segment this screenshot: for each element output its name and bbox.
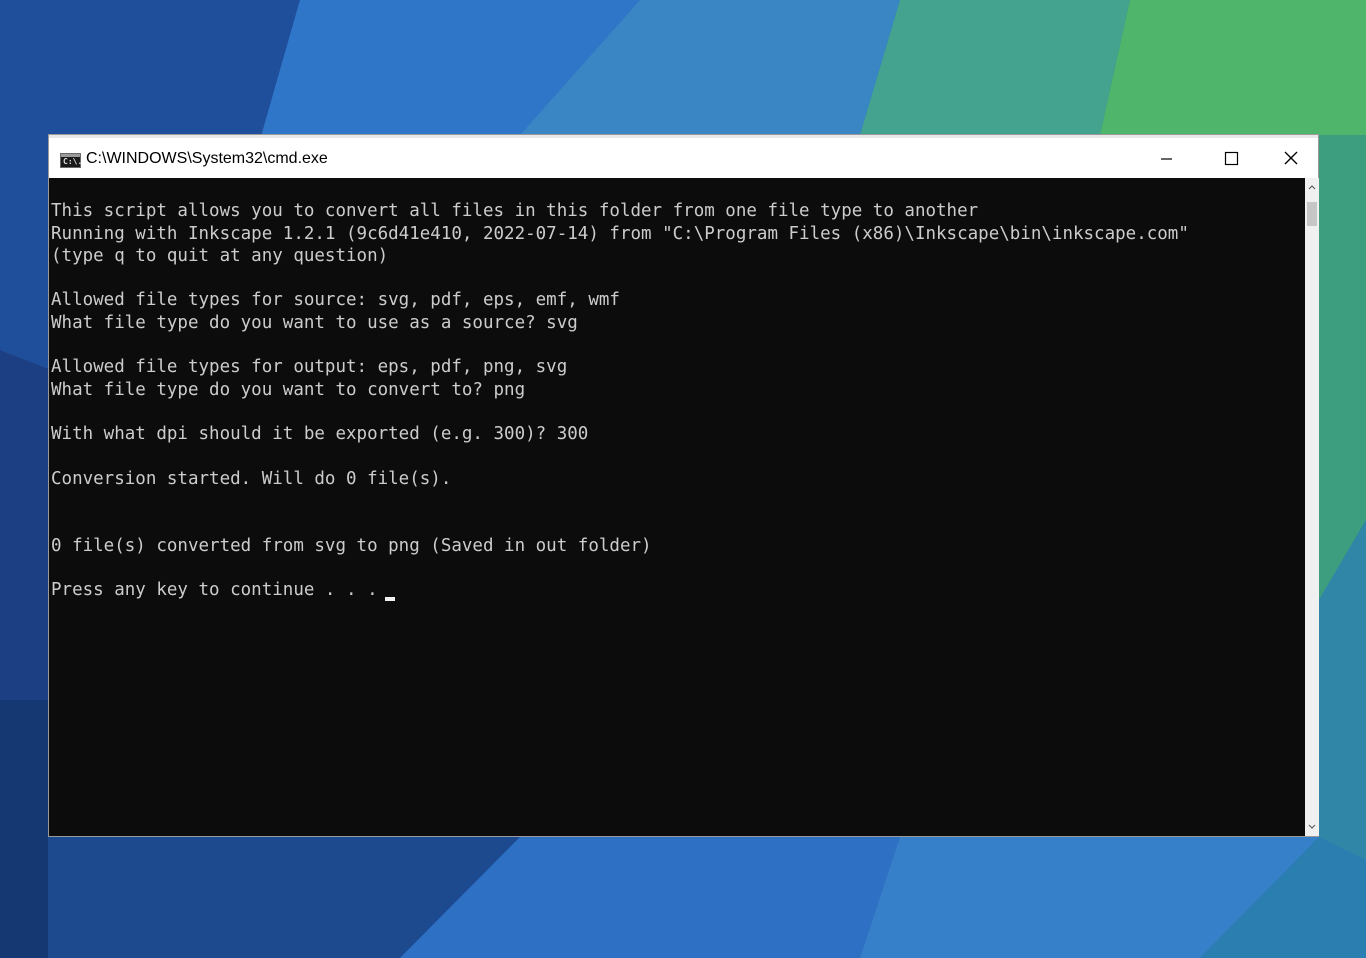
chevron-down-icon <box>1308 824 1316 829</box>
console-line: Press any key to continue . . . <box>51 580 389 600</box>
console-line: What file type do you want to convert to… <box>51 380 526 400</box>
console-line: Allowed file types for output: eps, pdf,… <box>51 357 568 377</box>
scroll-up-button[interactable] <box>1305 178 1319 196</box>
chevron-up-icon <box>1308 185 1316 190</box>
console-line: This script allows you to convert all fi… <box>51 201 979 221</box>
vertical-scrollbar[interactable] <box>1305 178 1319 836</box>
cmd-window: C:\. C:\WINDOWS\System32\cmd.exe This sc… <box>48 134 1319 837</box>
console-line: Running with Inkscape 1.2.1 (9c6d41e410,… <box>51 224 1189 244</box>
console-line: 0 file(s) converted from svg to png (Sav… <box>51 536 652 556</box>
close-icon <box>1284 151 1298 165</box>
console-line: What file type do you want to use as a s… <box>51 313 578 333</box>
icon-glyph: C:\. <box>63 157 83 166</box>
maximize-icon <box>1224 151 1239 166</box>
maximize-button[interactable] <box>1199 138 1263 178</box>
scrollbar-thumb[interactable] <box>1307 202 1317 226</box>
console-line: With what dpi should it be exported (e.g… <box>51 424 589 444</box>
minimize-icon <box>1161 158 1172 160</box>
scroll-down-button[interactable] <box>1305 818 1319 836</box>
console-output[interactable]: This script allows you to convert all fi… <box>49 178 1305 836</box>
title-bar[interactable]: C:\. C:\WINDOWS\System32\cmd.exe <box>49 135 1318 178</box>
minimize-button[interactable] <box>1135 138 1199 178</box>
console-line: Allowed file types for source: svg, pdf,… <box>51 290 620 310</box>
close-button[interactable] <box>1263 138 1319 178</box>
text-cursor <box>385 597 395 601</box>
window-title: C:\WINDOWS\System32\cmd.exe <box>86 150 328 167</box>
cmd-app-icon[interactable]: C:\. <box>60 153 83 168</box>
console-line: Conversion started. Will do 0 file(s). <box>51 469 452 489</box>
console-line: (type q to quit at any question) <box>51 246 389 266</box>
